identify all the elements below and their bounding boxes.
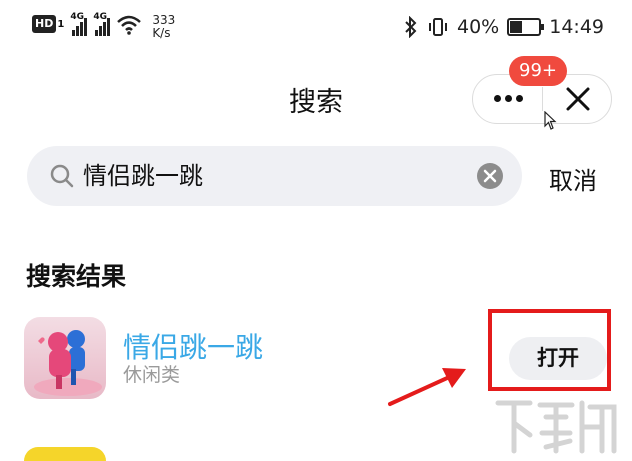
battery-fill: [510, 21, 523, 33]
app-category: 休闲类: [123, 364, 181, 386]
hd-label: HD: [32, 15, 57, 33]
signal-icon-1: 4G: [70, 12, 88, 36]
battery-icon: [507, 18, 545, 36]
mouse-cursor-icon: [544, 111, 557, 130]
status-bar: HD 1 4G 4G 333 K/s 40% 14:49: [0, 0, 632, 58]
network-speed: 333 K/s: [152, 14, 175, 40]
app-icon[interactable]: [24, 317, 106, 399]
next-app-icon[interactable]: [24, 447, 106, 461]
search-icon: [50, 164, 74, 188]
cancel-button[interactable]: 取消: [549, 161, 597, 196]
vibrate-icon: [429, 18, 447, 36]
clock: 14:49: [549, 16, 604, 38]
wifi-icon: [117, 15, 142, 35]
notification-badge: 99+: [509, 56, 567, 86]
network-type-label: 4G: [70, 12, 84, 22]
hd-voice-icon: HD 1: [32, 14, 64, 34]
section-title: 搜索结果: [26, 262, 127, 291]
hd-sub-label: 1: [57, 18, 65, 30]
status-left: HD 1 4G 4G 333 K/s: [32, 12, 175, 40]
battery-percent: 40%: [457, 16, 500, 38]
signal-icon-2: 4G: [93, 12, 111, 36]
more-dots-icon: [493, 95, 501, 102]
speed-unit: K/s: [152, 26, 171, 40]
bluetooth-icon: [405, 16, 417, 38]
status-right: 40% 14:49: [403, 16, 604, 38]
search-input[interactable]: 情侣跳一跳: [83, 146, 203, 206]
close-icon: [566, 87, 590, 110]
search-bar[interactable]: 情侣跳一跳: [27, 146, 522, 206]
watermark-logo: [495, 400, 617, 454]
red-arrow-icon: [388, 368, 466, 406]
clear-icon[interactable]: [476, 162, 504, 190]
network-type-label-2: 4G: [93, 12, 107, 22]
highlight-box: [488, 309, 611, 391]
